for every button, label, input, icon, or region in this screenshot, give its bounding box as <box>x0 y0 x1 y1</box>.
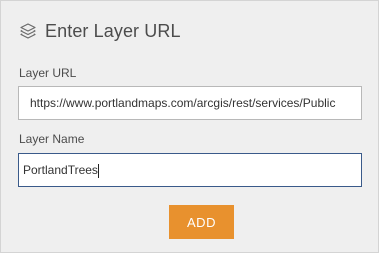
panel-header: Enter Layer URL <box>19 19 181 43</box>
layers-icon <box>19 22 37 40</box>
panel-title: Enter Layer URL <box>45 20 181 41</box>
text-caret <box>97 163 99 178</box>
layer-name-input[interactable]: PortlandTrees <box>18 153 362 187</box>
layer-url-input[interactable]: https://www.portlandmaps.com/arcgis/rest… <box>18 86 362 120</box>
enter-layer-url-panel: Enter Layer URL Layer URL https://www.po… <box>0 0 379 253</box>
add-button[interactable]: ADD <box>169 205 234 239</box>
layer-name-value: PortlandTrees <box>23 163 98 177</box>
layer-url-label: Layer URL <box>19 66 77 80</box>
layer-name-label: Layer Name <box>19 132 85 146</box>
